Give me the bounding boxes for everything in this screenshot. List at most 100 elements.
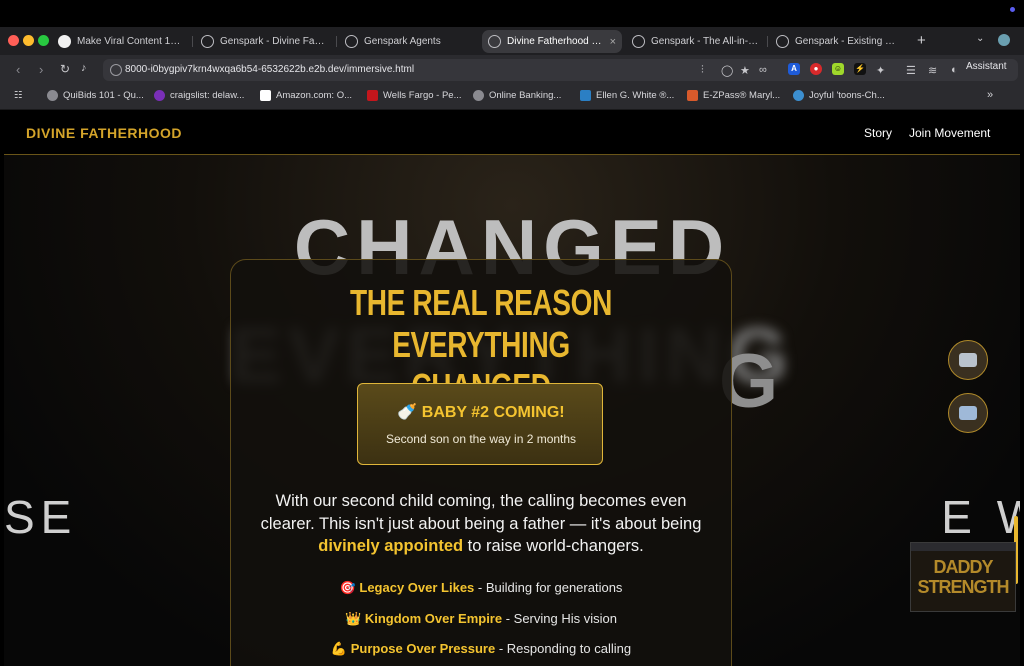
tab-label: Genspark - The All-in-One A xyxy=(651,36,760,47)
tab-genspark-divine[interactable]: Genspark - Divine Fatherhoo xyxy=(195,30,332,53)
tune-icon[interactable]: ⫶ xyxy=(701,64,704,77)
nav-link-join-movement[interactable]: Join Movement xyxy=(909,126,990,140)
paragraph-highlight: divinely appointed xyxy=(318,537,464,555)
nav-link-story[interactable]: Story xyxy=(864,126,892,140)
value-bullet-purpose: 💪 Purpose Over Pressure - Responding to … xyxy=(231,641,731,657)
story-modal: THE REAL REASON EVERYTHING CHANGED 🍼 BAB… xyxy=(230,259,732,666)
extension-dark-icon[interactable]: ⚡ xyxy=(854,63,866,75)
audio-wave-icon[interactable]: ≋ xyxy=(928,64,937,77)
badge-subtitle: Second son on the way in 2 months xyxy=(385,432,577,446)
bookmark-amazon[interactable]: Amazon.com: O... xyxy=(260,90,352,101)
browser-toolbar: ‹ › ↻ ♪ 8000-i0bygpiv7krn4wxqa6b54-65326… xyxy=(0,55,1024,84)
flexed-arm-icon: 💪 xyxy=(330,641,348,656)
minimize-window-button[interactable] xyxy=(23,35,34,46)
bookmarks-bar: ☷ QuiBids 101 - Qu... craigslist: delaw.… xyxy=(0,84,1024,110)
bullet-key: Legacy Over Likes xyxy=(359,580,475,595)
tab-label: Genspark - Divine Fatherhoo xyxy=(220,36,326,47)
tab-genspark-agents[interactable]: Genspark Agents xyxy=(339,30,479,53)
tab-label: Genspark Agents xyxy=(364,36,441,47)
tab-genspark-all-in-one[interactable]: Genspark - The All-in-One A xyxy=(626,30,766,53)
bookmark-joyful-toons[interactable]: Joyful 'toons-Ch... xyxy=(793,90,885,101)
close-tab-icon[interactable]: × xyxy=(610,36,616,48)
wells-fargo-icon xyxy=(367,90,378,101)
bookmarks-overflow-icon[interactable]: » xyxy=(987,89,993,101)
tab-list-chevron-icon[interactable]: ⌄ xyxy=(976,33,984,44)
wordpress-icon xyxy=(793,90,804,101)
modal-title-line: THE REAL REASON EVERYTHING xyxy=(350,282,612,365)
preview-thumbnail[interactable]: DADDY STRENGTH xyxy=(910,542,1016,612)
bullet-key: Purpose Over Pressure xyxy=(350,641,496,656)
address-bar[interactable]: 8000-i0bygpiv7krn4wxqa6b54-6532622b.e2b.… xyxy=(103,59,1018,81)
microphone-icon[interactable]: ♪ xyxy=(81,62,87,74)
link-icon[interactable]: ∞ xyxy=(759,64,767,76)
target-icon: 🎯 xyxy=(339,580,356,595)
screenshot-icon[interactable]: ◯ xyxy=(721,64,733,77)
close-window-button[interactable] xyxy=(8,35,19,46)
genspark-icon xyxy=(776,35,789,48)
tab-bar: Make Viral Content 10x Fast Genspark - D… xyxy=(0,27,1024,55)
assistant-icon[interactable]: ◐ xyxy=(951,64,958,76)
url-text[interactable]: 8000-i0bygpiv7krn4wxqa6b54-6532622b.e2b.… xyxy=(125,64,414,75)
extension-ai-icon[interactable]: A xyxy=(788,63,800,75)
bookmark-craigslist[interactable]: craigslist: delaw... xyxy=(154,90,244,101)
site-info-icon[interactable] xyxy=(110,64,122,76)
bullet-text: - Responding to calling xyxy=(495,641,632,656)
tab-divine-fatherhood[interactable]: Divine Fatherhood | Crowne × xyxy=(482,30,622,53)
bullet-text: - Serving His vision xyxy=(502,611,617,626)
thumbnail-text-line: DADDY xyxy=(933,557,993,577)
site-brand-logo[interactable]: DIVINE FATHERHOOD xyxy=(26,125,182,141)
thumbnail-text-line: STRENGTH xyxy=(917,577,1010,597)
page-viewport: CHANGED EVERYTHING G SE E WAY DIVINE FAT… xyxy=(4,110,1020,666)
baby-announcement-badge: 🍼 BABY #2 COMING! Second son on the way … xyxy=(357,383,603,465)
modal-paragraph: With our second child coming, the callin… xyxy=(251,490,711,558)
ellen-white-icon xyxy=(580,90,591,101)
bookmark-label: craigslist: delaw... xyxy=(170,90,245,101)
system-top-strip xyxy=(0,0,1024,27)
tab-label: Genspark - Existing GitHub xyxy=(795,36,902,47)
tab-make-viral-content[interactable]: Make Viral Content 10x Fast xyxy=(52,30,188,53)
assistant-button[interactable]: Assistant xyxy=(966,61,1007,72)
zoom-window-button[interactable] xyxy=(38,35,49,46)
tab-label: Make Viral Content 10x Fast xyxy=(77,36,182,47)
forward-arrow-icon[interactable]: › xyxy=(39,62,43,77)
globe-icon xyxy=(47,90,58,101)
bookmark-online-banking[interactable]: Online Banking... xyxy=(473,90,561,101)
back-arrow-icon[interactable]: ‹ xyxy=(16,62,20,77)
bookmark-label: QuiBids 101 - Qu... xyxy=(63,90,144,101)
globe-icon xyxy=(473,90,484,101)
reload-icon[interactable]: ↻ xyxy=(60,62,70,76)
reading-list-icon[interactable]: ☰ xyxy=(906,64,916,77)
bookmark-wells-fargo[interactable]: Wells Fargo - Pe... xyxy=(367,90,462,101)
bookmark-label: E-ZPass® Maryl... xyxy=(703,90,781,101)
bookmark-label: Amazon.com: O... xyxy=(276,90,353,101)
extension-green-icon[interactable]: ☺ xyxy=(832,63,844,75)
bookmark-quibids[interactable]: QuiBids 101 - Qu... xyxy=(47,90,144,101)
extensions-puzzle-icon[interactable]: ✦ xyxy=(876,64,885,77)
paragraph-text: to raise world-changers. xyxy=(463,537,644,555)
bookmark-label: Ellen G. White ®... xyxy=(596,90,675,101)
thumbnail-text: DADDY STRENGTH xyxy=(911,557,1015,597)
paragraph-text: With our second child coming, the callin… xyxy=(260,492,702,533)
profile-avatar[interactable] xyxy=(998,34,1010,46)
play-button[interactable] xyxy=(948,393,988,433)
bullet-key: Kingdom Over Empire xyxy=(364,611,503,626)
badge-title: 🍼 BABY #2 COMING! xyxy=(397,404,565,421)
tab-separator xyxy=(767,36,768,47)
status-dot-icon xyxy=(1010,7,1015,12)
extension-red-icon[interactable]: ● xyxy=(810,63,822,75)
bookmark-ezpass[interactable]: E-ZPass® Maryl... xyxy=(687,90,780,101)
ezpass-icon xyxy=(687,90,698,101)
value-bullet-legacy: 🎯 Legacy Over Likes - Building for gener… xyxy=(231,580,731,596)
peace-icon xyxy=(154,90,165,101)
tab-genspark-github[interactable]: Genspark - Existing GitHub xyxy=(770,30,908,53)
bookmark-ellen-white[interactable]: Ellen G. White ®... xyxy=(580,90,674,101)
camera-button[interactable] xyxy=(948,340,988,380)
bookmark-label: Joyful 'toons-Ch... xyxy=(809,90,885,101)
apps-grid-icon[interactable]: ☷ xyxy=(14,90,23,101)
bookmark-label: Online Banking... xyxy=(489,90,562,101)
value-bullet-kingdom: 👑 Kingdom Over Empire - Serving His visi… xyxy=(231,611,731,627)
bookmark-star-icon[interactable]: ★ xyxy=(740,64,750,77)
tab-separator xyxy=(192,36,193,47)
genspark-icon xyxy=(201,35,214,48)
new-tab-plus-icon[interactable]: + xyxy=(917,32,926,49)
